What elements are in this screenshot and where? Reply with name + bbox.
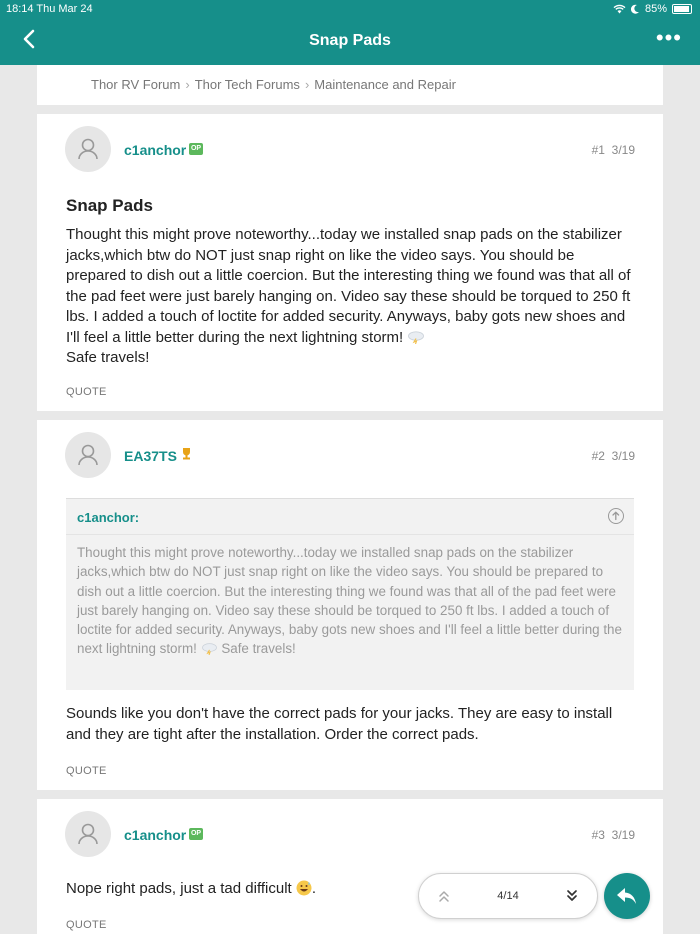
reply-button[interactable] (604, 873, 650, 919)
op-badge-icon: OP (189, 828, 203, 840)
post-date: 3/19 (611, 449, 635, 463)
post-body: Thought this might prove noteworthy...to… (66, 225, 636, 369)
username[interactable]: EA37TS (124, 448, 177, 464)
nav-bar: Snap Pads ••• (0, 18, 700, 65)
arrow-up-circle-icon[interactable] (608, 508, 624, 524)
post-title: Snap Pads (66, 196, 153, 215)
more-dots-icon: ••• (655, 25, 682, 50)
quote-button[interactable]: QUOTE (66, 765, 107, 777)
post-pager: 4/14 (418, 873, 598, 919)
username[interactable]: c1anchor (124, 142, 186, 158)
post-number-date: #1 3/19 (592, 143, 635, 157)
breadcrumb-item[interactable]: Thor RV Forum (91, 77, 180, 92)
username[interactable]: c1anchor (124, 827, 186, 843)
breadcrumb-item[interactable]: Maintenance and Repair (314, 77, 456, 92)
status-time-date: 18:14 Thu Mar 24 (6, 3, 93, 15)
post-body-text: Thought this might prove noteworthy...to… (66, 226, 631, 346)
page-title: Snap Pads (309, 32, 391, 49)
user-avatar-icon (78, 823, 98, 845)
more-options-button[interactable]: ••• (656, 27, 682, 49)
quoted-post: c1anchor: Thought this might prove notew… (66, 498, 634, 690)
quote-button[interactable]: QUOTE (66, 386, 107, 398)
quote-header: c1anchor: (66, 499, 634, 535)
quoted-body-end: Safe travels! (221, 641, 296, 657)
user-avatar-icon (78, 138, 98, 160)
post-2: EA37TS #2 3/19 c1anchor: Thought this mi… (37, 420, 663, 790)
moon-icon (630, 4, 639, 14)
jump-to-bottom-button[interactable] (565, 888, 579, 909)
quoted-body: Thought this might prove noteworthy...to… (77, 545, 622, 657)
post-number: #1 (591, 143, 605, 157)
quoted-text: Thought this might prove noteworthy...to… (77, 543, 627, 659)
chevron-right-icon: › (304, 77, 310, 92)
grinning-sweat-emoji-icon (296, 880, 312, 896)
trophy-icon (181, 447, 192, 463)
breadcrumb-item[interactable]: Thor Tech Forums (195, 77, 300, 92)
avatar[interactable] (65, 126, 111, 172)
breadcrumb: Thor RV Forum › Thor Tech Forums › Maintenan… (37, 65, 663, 105)
post-number: #3 (591, 828, 605, 842)
post-date: 3/19 (611, 828, 635, 842)
user-avatar-icon (78, 444, 98, 466)
post-header: c1anchor OP #1 3/19 (65, 126, 635, 174)
post-body-text: Nope right pads, just a tad difficult (66, 880, 292, 897)
avatar[interactable] (65, 432, 111, 478)
post-number-date: #2 3/19 (592, 449, 635, 463)
wifi-icon (613, 4, 626, 14)
storm-cloud-icon (201, 643, 217, 656)
post-number: #2 (591, 449, 605, 463)
quote-button[interactable]: QUOTE (66, 919, 107, 931)
battery-icon (672, 4, 692, 14)
post-body-end: Safe travels! (66, 349, 150, 366)
op-badge-icon: OP (189, 143, 203, 155)
chevron-right-icon: › (185, 77, 190, 92)
status-bar: 18:14 Thu Mar 24 85% (0, 0, 700, 18)
quoted-username[interactable]: c1anchor: (77, 510, 139, 525)
reply-icon (617, 888, 636, 904)
post-number-date: #3 3/19 (592, 828, 635, 842)
post-header: c1anchor OP #3 3/19 (65, 811, 635, 859)
post-1: c1anchor OP #1 3/19 Snap Pads Thought th… (37, 114, 663, 411)
status-right: 85% (613, 3, 692, 15)
storm-cloud-icon (408, 330, 425, 344)
avatar[interactable] (65, 811, 111, 857)
post-header: EA37TS #2 3/19 (65, 432, 635, 480)
battery-percent: 85% (644, 3, 667, 15)
post-body-end: . (311, 880, 317, 897)
post-date: 3/19 (611, 143, 635, 157)
post-body: Sounds like you don't have the correct p… (66, 705, 613, 743)
double-chevron-down-icon (567, 890, 577, 901)
